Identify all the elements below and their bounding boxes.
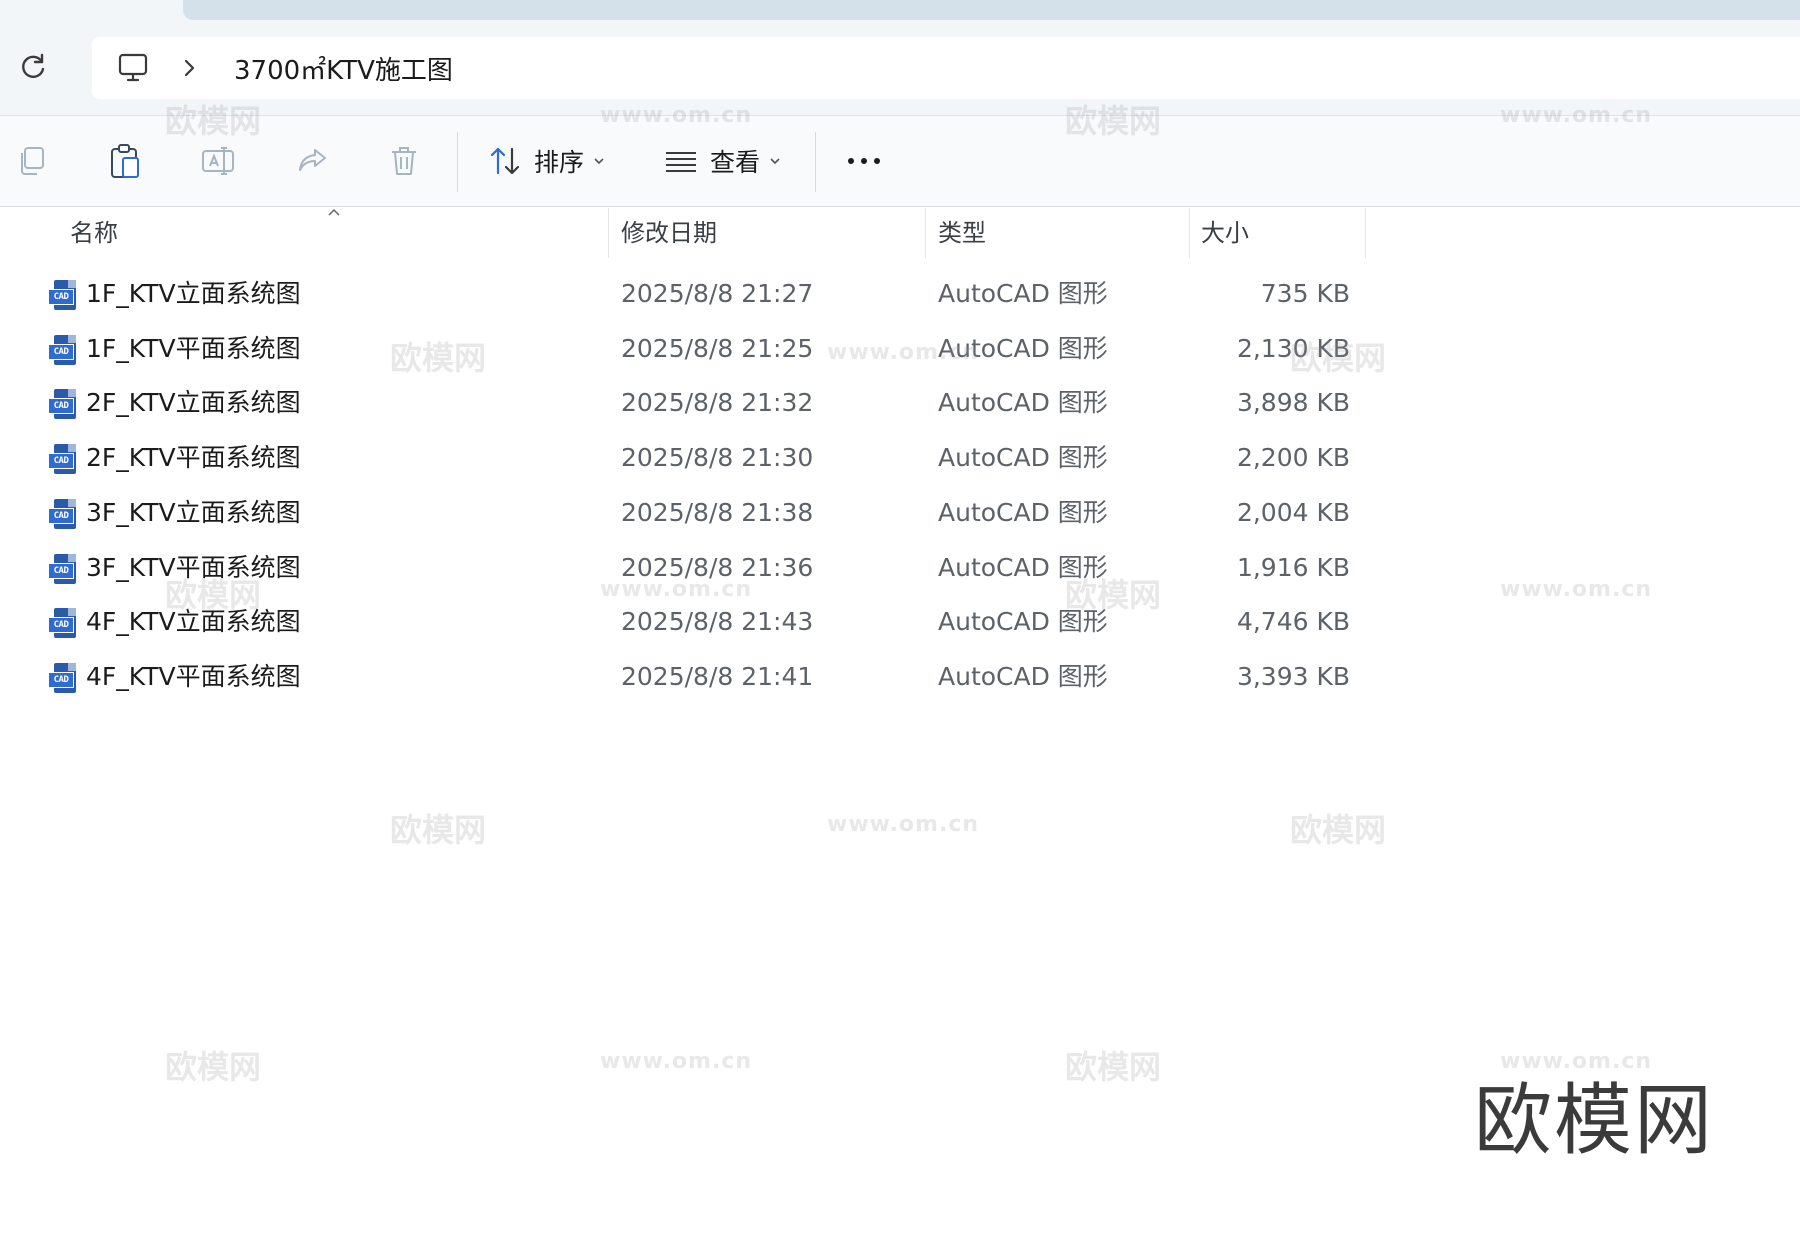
file-type: AutoCAD 图形	[938, 553, 1108, 582]
toolbar-divider	[815, 132, 816, 192]
file-row[interactable]: CAD 4F_KTV平面系统图 2025/8/8 21:41 AutoCAD 图…	[0, 650, 1800, 704]
file-date: 2025/8/8 21:25	[621, 334, 814, 363]
watermark-brand: 欧模网	[1290, 811, 1387, 849]
copy-icon	[21, 147, 44, 175]
file-name: 1F_KTV立面系统图	[86, 279, 301, 308]
cad-file-icon: CAD	[48, 663, 76, 693]
share-icon	[299, 149, 326, 171]
file-date: 2025/8/8 21:32	[621, 388, 814, 417]
file-name: 1F_KTV平面系统图	[86, 334, 301, 363]
file-size: 4,746 KB	[1236, 607, 1350, 636]
chevron-right-icon[interactable]	[176, 55, 202, 81]
file-size: 3,898 KB	[1236, 388, 1350, 417]
file-name: 3F_KTV平面系统图	[86, 553, 301, 582]
watermark-brand: 欧模网	[390, 811, 487, 849]
file-name: 2F_KTV立面系统图	[86, 388, 301, 417]
file-type: AutoCAD 图形	[938, 279, 1108, 308]
cad-file-icon: CAD	[48, 280, 76, 310]
file-row[interactable]: CAD 4F_KTV立面系统图 2025/8/8 21:43 AutoCAD 图…	[0, 595, 1800, 649]
cad-file-icon: CAD	[48, 499, 76, 529]
file-name: 3F_KTV立面系统图	[86, 498, 301, 527]
file-type: AutoCAD 图形	[938, 662, 1108, 691]
rename-button[interactable]	[200, 138, 236, 184]
chevron-down-icon	[770, 158, 780, 165]
file-date: 2025/8/8 21:38	[621, 498, 814, 527]
file-date: 2025/8/8 21:36	[621, 553, 814, 582]
refresh-button[interactable]	[16, 48, 52, 84]
sort-button[interactable]: 排序	[488, 138, 606, 184]
view-button[interactable]: 查看	[664, 138, 782, 184]
file-type: AutoCAD 图形	[938, 443, 1108, 472]
column-divider[interactable]	[608, 208, 609, 258]
delete-button[interactable]	[388, 138, 420, 184]
tab-bar	[183, 0, 1800, 20]
breadcrumb-current-folder[interactable]: 3700㎡KTV施工图	[234, 50, 453, 87]
watermark-url: www.om.cn	[827, 812, 980, 837]
more-options-button[interactable]	[846, 138, 882, 184]
sort-label: 排序	[534, 148, 585, 177]
watermark-brand: 欧模网	[1065, 1048, 1162, 1086]
file-size: 2,200 KB	[1236, 443, 1350, 472]
file-date: 2025/8/8 21:27	[621, 279, 814, 308]
file-size: 2,130 KB	[1236, 334, 1350, 363]
column-divider[interactable]	[1365, 208, 1366, 258]
file-date: 2025/8/8 21:30	[621, 443, 814, 472]
address-bar[interactable]: 3700㎡KTV施工图	[92, 37, 1800, 99]
file-row[interactable]: CAD 3F_KTV平面系统图 2025/8/8 21:36 AutoCAD 图…	[0, 541, 1800, 595]
cad-file-icon: CAD	[48, 335, 76, 365]
file-size: 735 KB	[1260, 279, 1350, 308]
file-date: 2025/8/8 21:41	[621, 662, 814, 691]
file-row[interactable]: CAD 1F_KTV平面系统图 2025/8/8 21:25 AutoCAD 图…	[0, 322, 1800, 376]
sort-icon	[490, 147, 520, 175]
file-name: 4F_KTV平面系统图	[86, 662, 301, 691]
paste-button[interactable]	[108, 138, 142, 184]
refresh-icon	[22, 53, 45, 78]
view-list-icon	[666, 152, 696, 172]
delete-icon	[392, 147, 416, 175]
file-row[interactable]: CAD 2F_KTV平面系统图 2025/8/8 21:30 AutoCAD 图…	[0, 431, 1800, 485]
column-header-type[interactable]: 类型	[938, 208, 986, 258]
file-row[interactable]: CAD 3F_KTV立面系统图 2025/8/8 21:38 AutoCAD 图…	[0, 486, 1800, 540]
file-row[interactable]: CAD 2F_KTV立面系统图 2025/8/8 21:32 AutoCAD 图…	[0, 376, 1800, 430]
view-label: 查看	[710, 148, 761, 177]
rename-icon	[202, 147, 234, 175]
cad-file-icon: CAD	[48, 389, 76, 419]
share-button[interactable]	[295, 138, 329, 184]
file-date: 2025/8/8 21:43	[621, 607, 814, 636]
paste-icon	[111, 144, 139, 178]
file-size: 1,916 KB	[1236, 553, 1350, 582]
computer-icon	[118, 53, 148, 82]
sort-up-arrow-icon	[328, 208, 340, 216]
file-size: 3,393 KB	[1236, 662, 1350, 691]
column-header-date[interactable]: 修改日期	[621, 208, 717, 258]
copy-button[interactable]	[16, 138, 48, 184]
chevron-down-icon	[594, 158, 604, 165]
column-header-size[interactable]: 大小	[1201, 208, 1249, 258]
address-area: 3700㎡KTV施工图	[0, 0, 1800, 116]
file-type: AutoCAD 图形	[938, 607, 1108, 636]
more-icon	[848, 158, 880, 164]
file-row[interactable]: CAD 1F_KTV立面系统图 2025/8/8 21:27 AutoCAD 图…	[0, 267, 1800, 321]
cad-file-icon: CAD	[48, 554, 76, 584]
column-divider[interactable]	[1189, 208, 1190, 258]
cad-file-icon: CAD	[48, 608, 76, 638]
file-name: 4F_KTV立面系统图	[86, 607, 301, 636]
brand-logo: 欧模网	[1474, 1076, 1715, 1166]
cad-file-icon: CAD	[48, 444, 76, 474]
file-size: 2,004 KB	[1236, 498, 1350, 527]
column-divider[interactable]	[925, 208, 926, 258]
toolbar-divider	[457, 132, 458, 192]
file-type: AutoCAD 图形	[938, 334, 1108, 363]
watermark-brand: 欧模网	[165, 1048, 262, 1086]
column-header-row: 名称 修改日期 类型 大小	[0, 208, 1800, 258]
column-header-name[interactable]: 名称	[70, 208, 118, 258]
watermark-url: www.om.cn	[600, 1049, 753, 1074]
command-toolbar: 排序 查看	[0, 116, 1800, 207]
file-type: AutoCAD 图形	[938, 498, 1108, 527]
file-type: AutoCAD 图形	[938, 388, 1108, 417]
file-name: 2F_KTV平面系统图	[86, 443, 301, 472]
